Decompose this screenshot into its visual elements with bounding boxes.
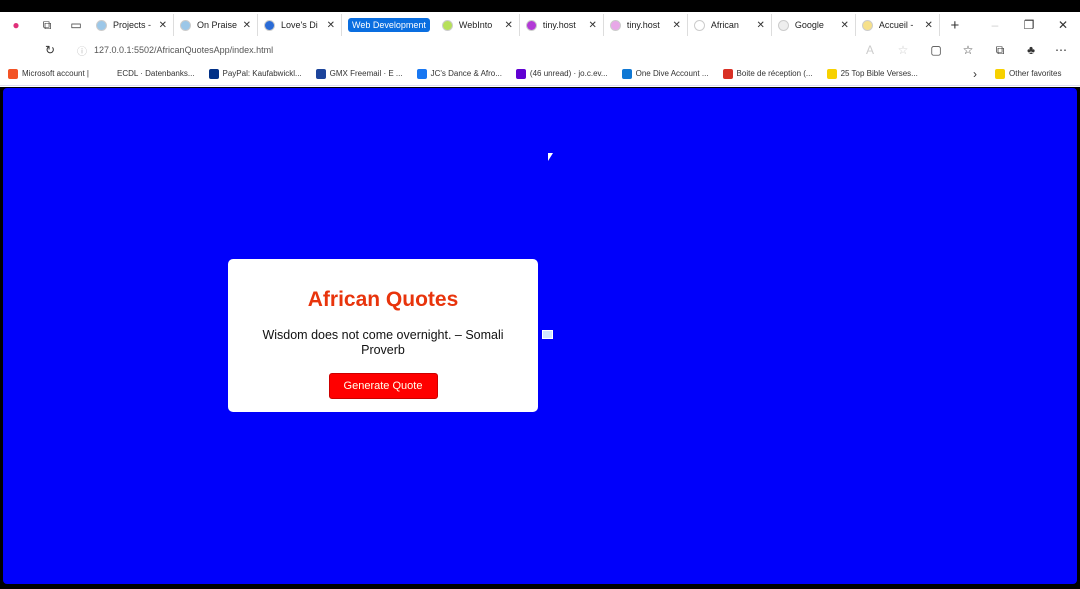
url-input[interactable]: 127.0.0.1:5502/AfricanQuotesApp/index.ht… (94, 45, 854, 55)
tab-title: tiny.host (542, 20, 576, 30)
favorite-star-icon[interactable]: ☆ (886, 43, 920, 57)
other-favorites[interactable]: Other favorites (995, 68, 1062, 79)
bookmark-label: (46 unread) · jo.c.ev... (529, 69, 608, 78)
close-tab-icon[interactable]: ✕ (243, 20, 251, 31)
bookmark-label: Microsoft account | (22, 69, 89, 78)
favicon-icon (609, 19, 621, 31)
bookmark-label: 25 Top Bible Verses... (840, 69, 918, 78)
restore-button[interactable]: ❐ (1012, 18, 1046, 32)
bookmarks-bar: Microsoft account | ECDL · Datenbanks... P… (0, 62, 1080, 86)
bookmark-favicon-icon (315, 68, 326, 79)
browser-chrome: ● ⧉ ▭ Projects - ✕ On Praise ✕ Love's Di ✕ We… (0, 12, 1080, 87)
workspaces-icon[interactable]: ⧉ (32, 18, 62, 33)
page-title: African Quotes (307, 288, 459, 311)
folder-icon (995, 68, 1005, 79)
bookmark-label: JC's Dance & Afro... (430, 69, 502, 78)
bookmark[interactable]: PayPal: Kaufabwickl... (208, 68, 302, 79)
tab[interactable]: Projects - ✕ (90, 14, 174, 36)
other-favorites-label: Other favorites (1009, 69, 1062, 78)
bookmark-favicon-icon (8, 68, 18, 79)
tab[interactable]: Love's Di ✕ (258, 14, 342, 36)
refresh-icon[interactable]: ↻ (30, 43, 70, 57)
extension-icon[interactable]: ♣ (1016, 43, 1046, 57)
favicon-icon (441, 19, 453, 31)
bookmark[interactable]: 25 Top Bible Verses... (826, 68, 918, 79)
bookmark[interactable]: GMX Freemail · E ... (315, 68, 403, 79)
tab-group-label[interactable]: Web Development (348, 18, 430, 32)
tab-title: Google (794, 20, 824, 30)
bookmark-label: Boite de réception (... (736, 69, 813, 78)
bookmark-favicon-icon (722, 68, 733, 79)
tab-title: On Praise (197, 20, 237, 30)
favicon-icon (861, 19, 873, 31)
favicon-icon (525, 19, 537, 31)
tab[interactable]: African ✕ (688, 14, 772, 36)
quote-card: African Quotes Wisdom does not come over… (228, 259, 538, 412)
favorites-icon[interactable]: ☆ (952, 43, 984, 57)
tab-title: Love's Di (281, 20, 318, 30)
favicon-icon (96, 19, 107, 31)
favicon-icon (777, 19, 789, 31)
quote-text: Wisdom does not come overnight. – Somali… (262, 328, 504, 357)
tab-title: tiny.host (626, 20, 660, 30)
bookmark-favicon-icon (621, 68, 632, 79)
bookmark[interactable]: Microsoft account | (8, 68, 89, 79)
bookmark-favicon-icon (416, 68, 427, 79)
bookmark-label: One Dive Account ... (635, 69, 709, 78)
broken-image-icon (542, 330, 553, 339)
close-tab-icon[interactable]: ✕ (588, 20, 596, 31)
bookmark-favicon-icon (208, 68, 219, 79)
bookmark-label: ECDL · Datenbanks... (117, 69, 195, 78)
bookmark-label: PayPal: Kaufabwickl... (222, 69, 302, 78)
minimize-button[interactable]: – (978, 18, 1012, 32)
split-screen-icon[interactable]: ▢ (920, 43, 952, 57)
close-tab-icon[interactable]: ✕ (159, 20, 167, 31)
bookmark-label: GMX Freemail · E ... (329, 69, 403, 78)
close-tab-icon[interactable]: ✕ (504, 20, 512, 31)
tab-title: African (710, 20, 739, 30)
generate-quote-button[interactable]: Generate Quote (328, 373, 438, 399)
close-tab-icon[interactable]: ✕ (924, 20, 932, 31)
bookmark-favicon-icon (515, 68, 526, 79)
bookmark[interactable]: Boite de réception (... (722, 68, 813, 79)
tab-bar: ● ⧉ ▭ Projects - ✕ On Praise ✕ Love's Di ✕ We… (0, 12, 1080, 38)
tab-title: Projects - (113, 20, 152, 30)
close-window-button[interactable]: ✕ (1046, 18, 1080, 32)
new-tab-button[interactable]: + (940, 17, 970, 34)
page-content: African Quotes Wisdom does not come over… (3, 88, 1077, 584)
profile-avatar-icon[interactable]: ● (0, 18, 32, 32)
tab[interactable]: Google ✕ (772, 14, 856, 36)
bookmark[interactable]: (46 unread) · jo.c.ev... (515, 68, 608, 79)
close-tab-icon[interactable]: ✕ (672, 20, 680, 31)
collections-icon[interactable]: ⧉ (984, 43, 1016, 58)
close-tab-icon[interactable]: ✕ (327, 20, 335, 31)
read-aloud-icon[interactable]: A (854, 43, 886, 57)
bookmark[interactable]: JC's Dance & Afro... (416, 68, 502, 79)
favicon-icon (264, 19, 275, 31)
bookmark[interactable]: One Dive Account ... (621, 68, 709, 79)
bookmark[interactable]: ECDL · Datenbanks... (103, 68, 195, 79)
bookmark-favicon-icon (103, 68, 113, 79)
close-tab-icon[interactable]: ✕ (840, 20, 848, 31)
tab[interactable]: WebInto ✕ (436, 14, 520, 36)
tab[interactable]: tiny.host ✕ (520, 14, 604, 36)
tab-title: Accueil - (878, 20, 914, 30)
tab[interactable]: On Praise ✕ (174, 14, 258, 36)
bookmarks-overflow-chevron-icon[interactable]: › (955, 67, 995, 81)
close-tab-icon[interactable]: ✕ (756, 20, 764, 31)
tab[interactable]: Accueil - ✕ (856, 14, 940, 36)
address-bar: ↻ ⓘ 127.0.0.1:5502/AfricanQuotesApp/inde… (0, 38, 1080, 62)
tab-title: WebInto (458, 20, 493, 30)
tab-actions-icon[interactable]: ▭ (62, 18, 90, 32)
more-menu-icon[interactable]: ⋯ (1046, 43, 1076, 57)
mouse-cursor-icon (548, 153, 553, 161)
bookmark-favicon-icon (826, 68, 837, 79)
favicon-icon (180, 19, 191, 31)
tab[interactable]: tiny.host ✕ (604, 14, 688, 36)
favicon-icon (693, 19, 705, 31)
info-icon[interactable]: ⓘ (70, 43, 94, 58)
